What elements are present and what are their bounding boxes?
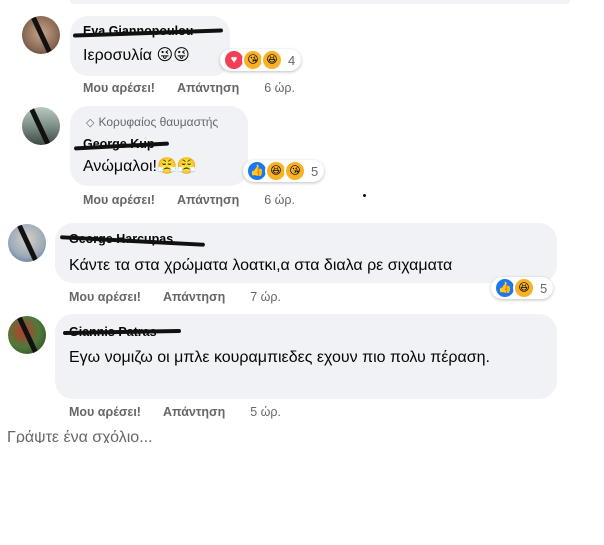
reaction-count: 5 [540,280,548,296]
reactions-summary[interactable]: 👍 😆 5 [491,277,554,299]
previous-comment-bubble-edge [70,0,570,4]
comment-text: Κάντε τα στα χρώματα λοατκι,α στα διαλα … [69,257,453,274]
avatar-redaction-strike [14,224,41,262]
reply-button[interactable]: Απάντηση [177,81,239,95]
comment-actions: Μου αρέσει! Απάντηση 5 ώρ. [69,405,281,419]
comment-text: Ιεροσυλία 😜😜 [83,47,190,64]
like-button[interactable]: Μου αρέσει! [83,193,155,207]
write-comment-input[interactable]: Γράψτε ένα σχόλιο... [7,429,153,443]
like-button[interactable]: Μου αρέσει! [69,405,141,419]
avatar[interactable] [8,316,46,354]
reply-button[interactable]: Απάντηση [163,290,225,304]
comment-actions: Μου αρέσει! Απάντηση 6 ώρ. [83,81,295,95]
like-button[interactable]: Μου αρέσει! [83,81,155,95]
comment-text: Ανώμαλοι!😤😤 [83,158,197,175]
avatar[interactable] [22,16,60,54]
comment-text: Εγω νομιζω οι μπλε κουραμπιεδες εχουν πι… [69,349,490,366]
comment-timestamp[interactable]: 6 ώρ. [264,193,295,207]
diamond-icon: ◇ [86,117,95,129]
avatar-redaction-strike [14,316,41,354]
reactions-summary[interactable]: ♥ 😘 😆 4 [220,49,302,71]
reply-button[interactable]: Απάντηση [163,405,225,419]
avatar[interactable] [8,224,46,262]
reaction-count: 4 [288,52,296,68]
reaction-count: 5 [311,163,319,179]
avatar-redaction-strike [26,107,53,145]
badge-label: Κορυφαίος θαυμαστής [98,115,219,129]
like-button[interactable]: Μου αρέσει! [69,290,141,304]
haha-reaction-icon: 😆 [513,277,535,299]
comment-timestamp[interactable]: 6 ώρ. [264,81,295,95]
comment-timestamp[interactable]: 7 ώρ. [250,290,281,304]
avatar-redaction-strike [28,16,55,54]
reactions-summary[interactable]: 👍 😆 😘 5 [243,160,325,182]
top-fan-badge: ◇ Κορυφαίος θαυμαστής [86,115,218,129]
comment-timestamp[interactable]: 5 ώρ. [250,405,281,419]
avatar[interactable] [22,107,60,145]
stray-dot [363,194,366,197]
care-reaction-icon: 😘 [284,160,306,182]
haha-reaction-icon: 😆 [261,49,283,71]
comment-actions: Μου αρέσει! Απάντηση 7 ώρ. [69,290,281,304]
reply-button[interactable]: Απάντηση [177,193,239,207]
comment-actions: Μου αρέσει! Απάντηση 6 ώρ. [83,193,295,207]
